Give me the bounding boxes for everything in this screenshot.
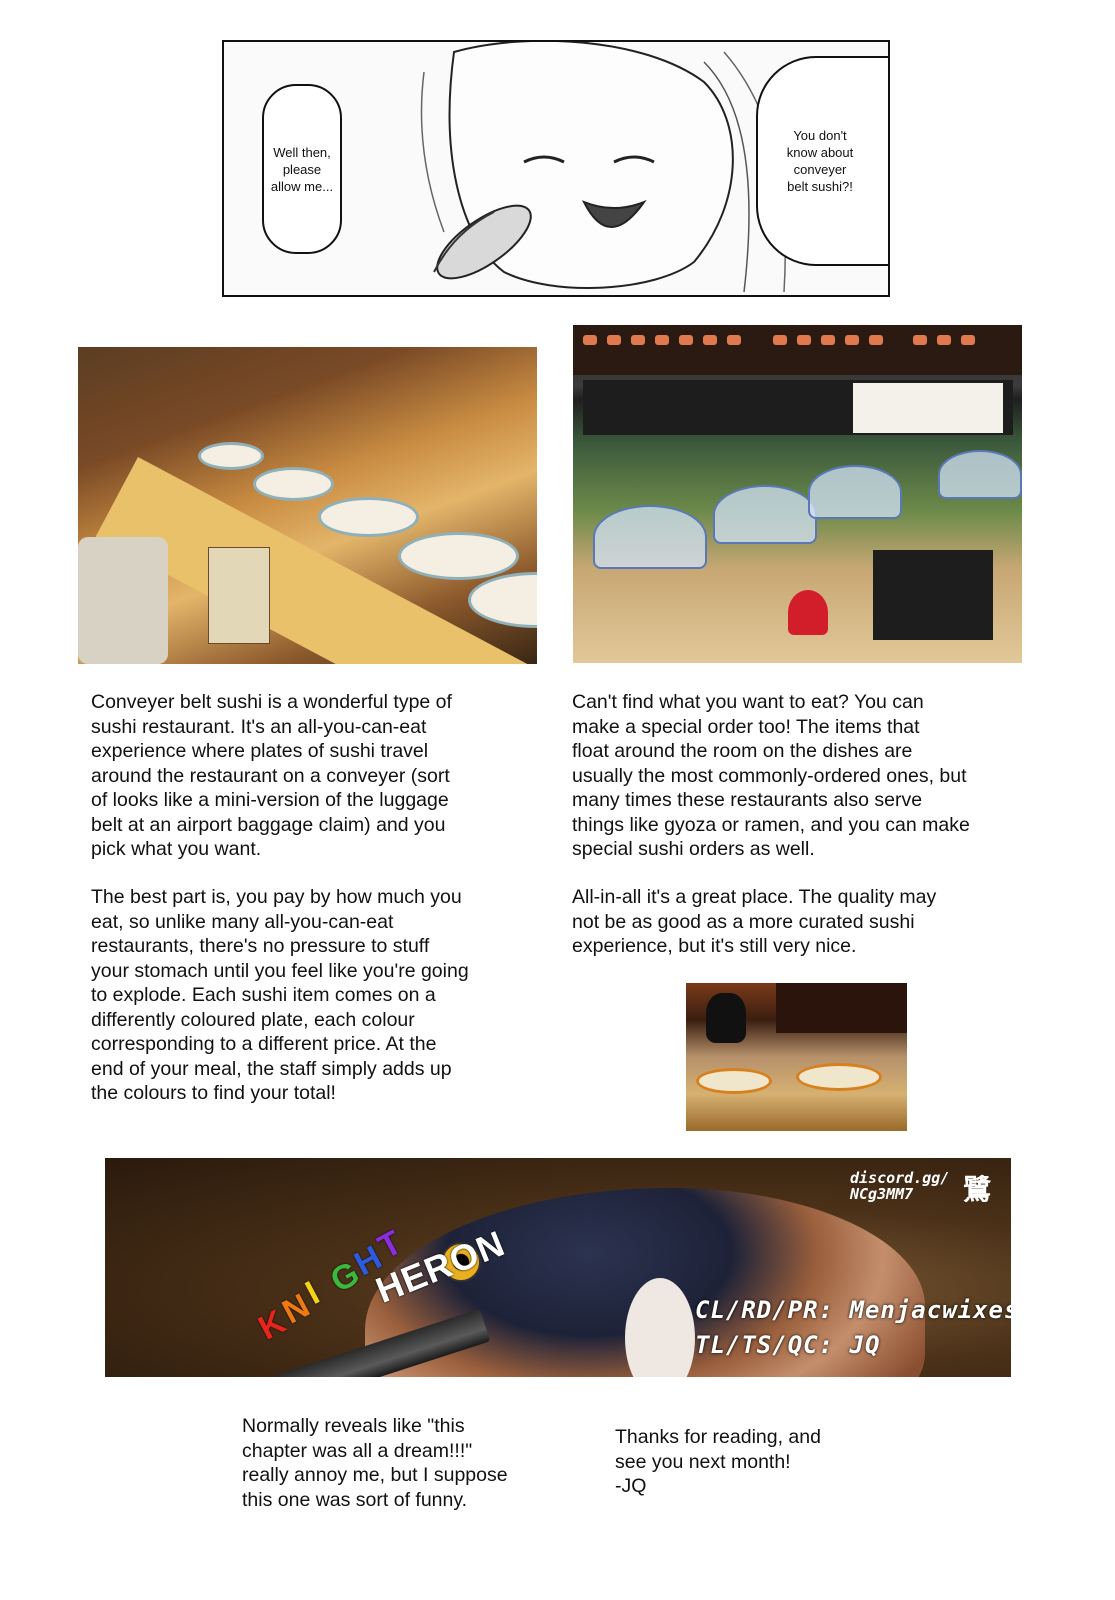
covered-dish bbox=[808, 465, 902, 519]
sushi-plate bbox=[198, 442, 264, 470]
speech-bubble-right: You don't know about conveyer belt sushi… bbox=[756, 56, 888, 266]
manga-panel: Well then, please allow me... You don't … bbox=[222, 40, 890, 297]
covered-dish bbox=[593, 505, 707, 569]
speech-bubble-left: Well then, please allow me... bbox=[262, 84, 342, 254]
menu-board bbox=[776, 983, 907, 1033]
direction-sign bbox=[853, 383, 1003, 433]
right-paragraph-2: All-in-all it's a great place. The quali… bbox=[572, 886, 937, 957]
sushi-plate bbox=[398, 532, 519, 580]
covered-dish bbox=[938, 450, 1022, 499]
red-button bbox=[788, 590, 828, 635]
footer-note-left: Normally reveals like "this chapter was … bbox=[242, 1415, 508, 1511]
right-paragraph-1: Can't find what you want to eat? You can… bbox=[572, 691, 970, 860]
menu-board bbox=[573, 325, 1022, 375]
credit-line-2: TL/TS/QC: JQ bbox=[695, 1331, 881, 1359]
sushi-plate bbox=[696, 1068, 772, 1094]
conveyor-sushi-photo bbox=[78, 347, 537, 664]
menu-card bbox=[208, 547, 270, 644]
dispenser-machine bbox=[873, 550, 993, 640]
left-paragraph-2: The best part is, you pay by how much yo… bbox=[91, 886, 469, 1104]
covered-sushi-lane-photo bbox=[573, 325, 1022, 663]
credits-banner: KNIGHT HERON discord.gg/ NCg3MM7 鷺 CL/RD… bbox=[105, 1158, 1011, 1377]
left-paragraph-1: Conveyer belt sushi is a wonderful type … bbox=[91, 691, 452, 860]
footer-note-right: Thanks for reading, and see you next mon… bbox=[615, 1426, 821, 1497]
chef-figure bbox=[706, 993, 746, 1043]
discord-link[interactable]: discord.gg/ NCg3MM7 bbox=[850, 1170, 949, 1202]
sushi-plate bbox=[253, 467, 334, 501]
credit-line-1: CL/RD/PR: Menjacwixes bbox=[695, 1296, 1011, 1324]
stacked-plates bbox=[78, 537, 168, 664]
sushi-plate bbox=[468, 572, 537, 628]
sushi-plate bbox=[318, 497, 419, 537]
kanji-mark: 鷺 bbox=[963, 1173, 992, 1206]
sushi-plate bbox=[796, 1063, 882, 1091]
covered-dish bbox=[713, 485, 817, 544]
sushi-counter-photo bbox=[686, 983, 907, 1131]
